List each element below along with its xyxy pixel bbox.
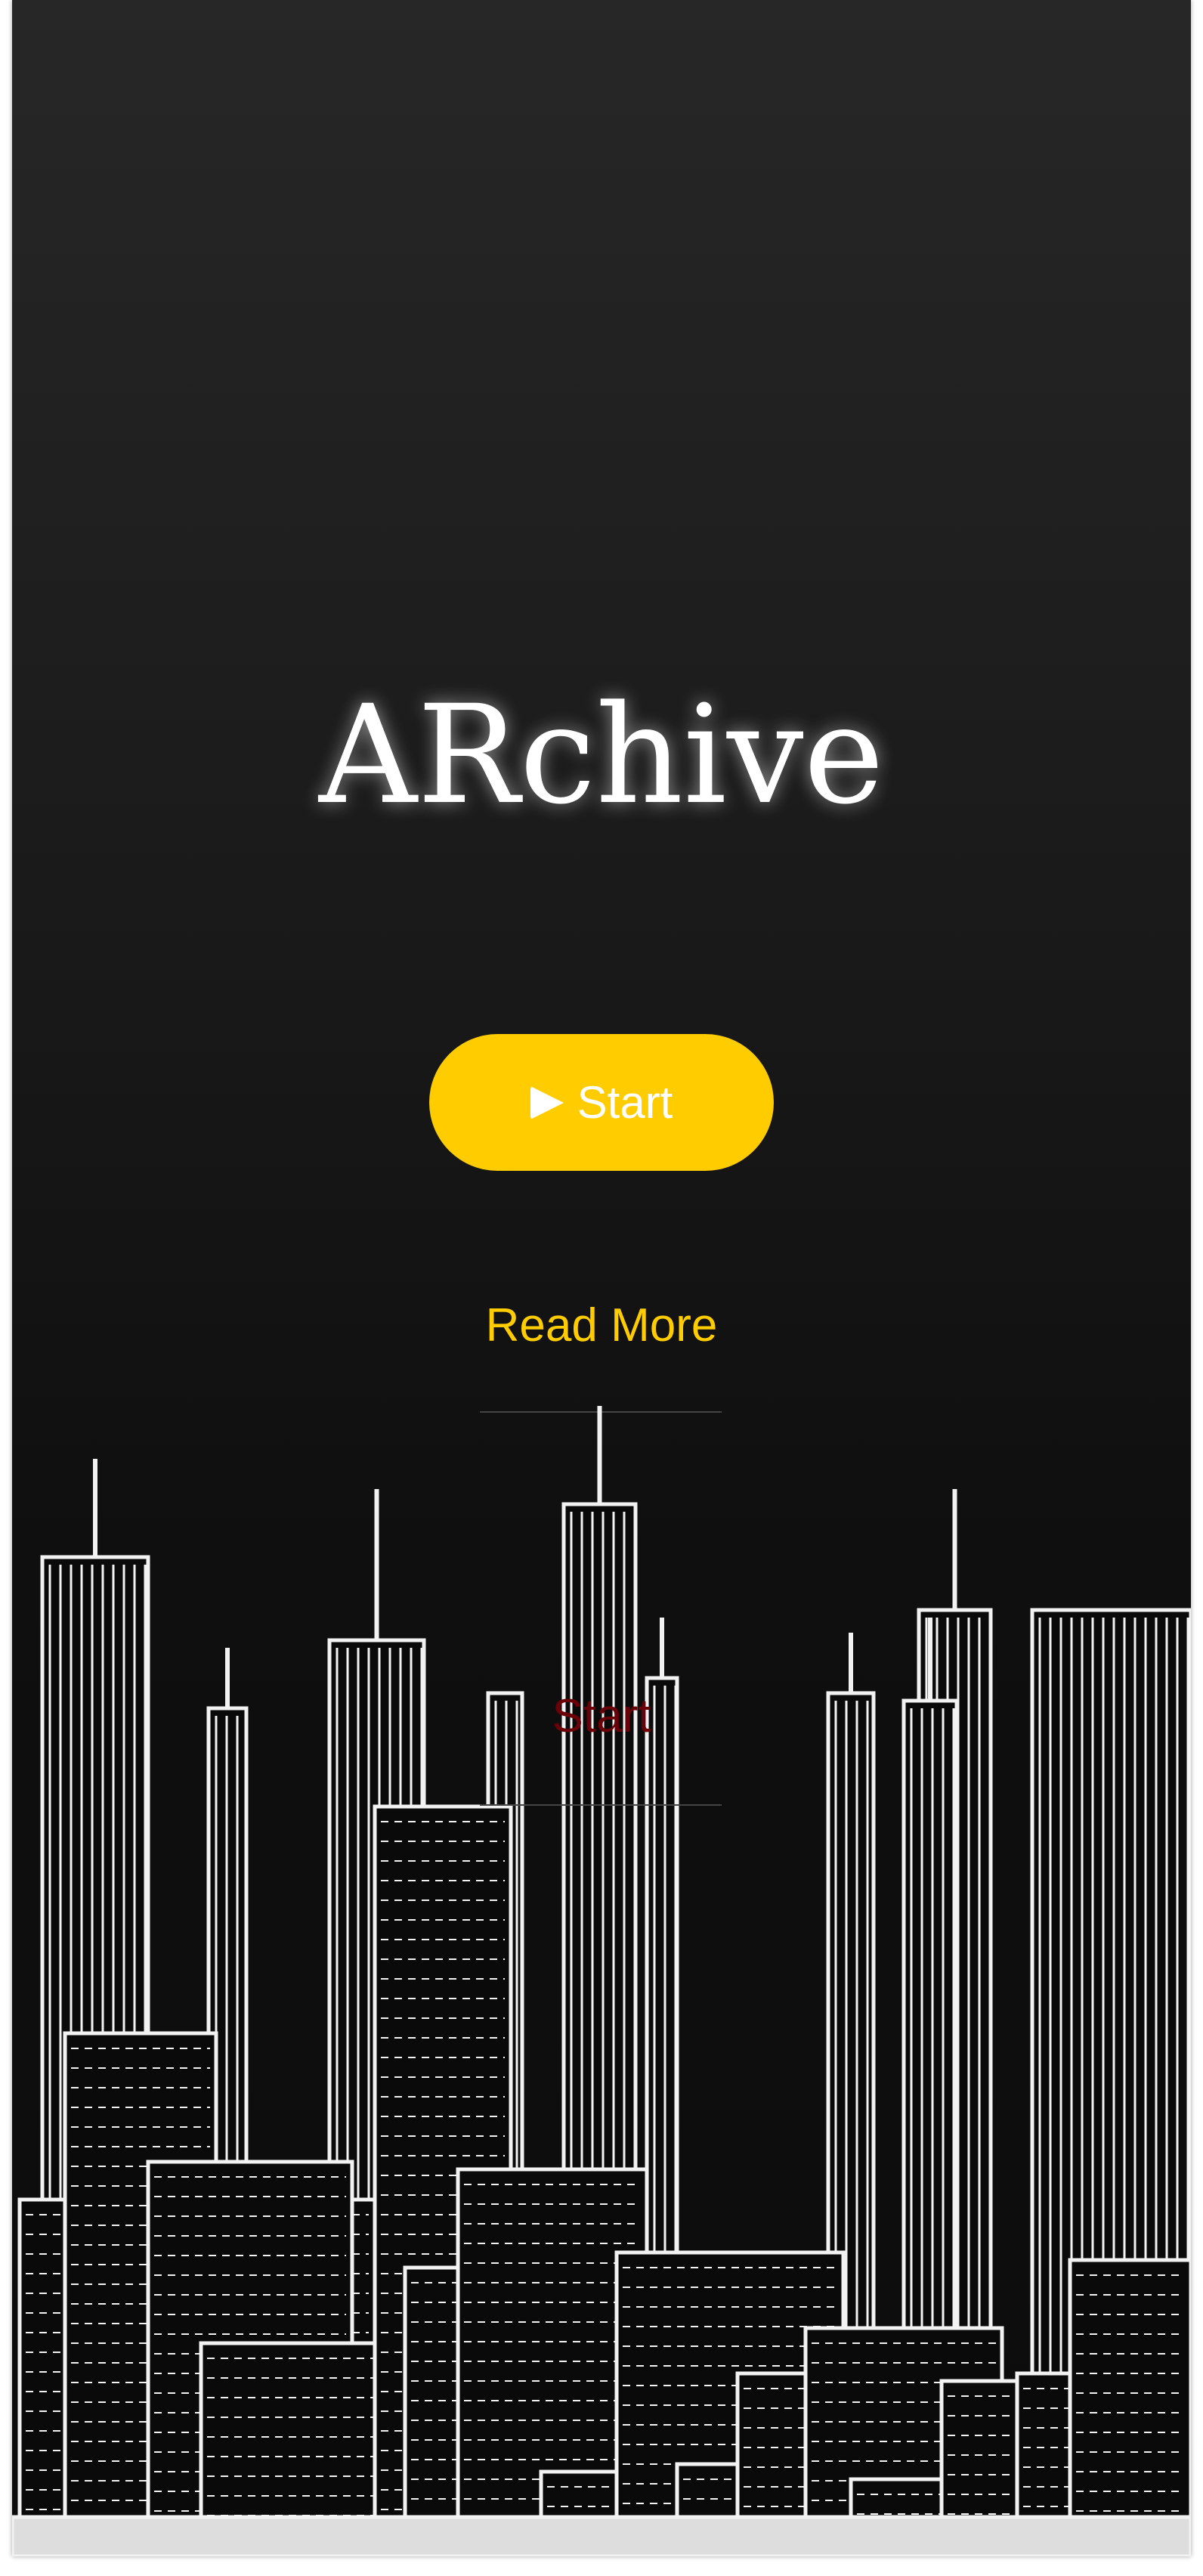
start-button[interactable]: Start — [429, 1034, 774, 1171]
building — [1068, 2258, 1191, 2556]
secondary-start-button[interactable]: Start — [12, 1689, 1191, 1743]
app-screen: ARchive Start Read More Start — [12, 0, 1191, 2556]
start-button-label: Start — [577, 1077, 673, 1128]
play-icon — [530, 1085, 564, 1119]
read-more-link[interactable]: Read More — [12, 1299, 1191, 1352]
app-title: ARchive — [318, 677, 885, 834]
page: ARchive Start Read More Start — [0, 0, 1203, 2576]
divider — [480, 1804, 722, 1806]
building — [12, 2515, 1191, 2556]
city-skyline-illustration — [12, 1406, 1191, 2556]
